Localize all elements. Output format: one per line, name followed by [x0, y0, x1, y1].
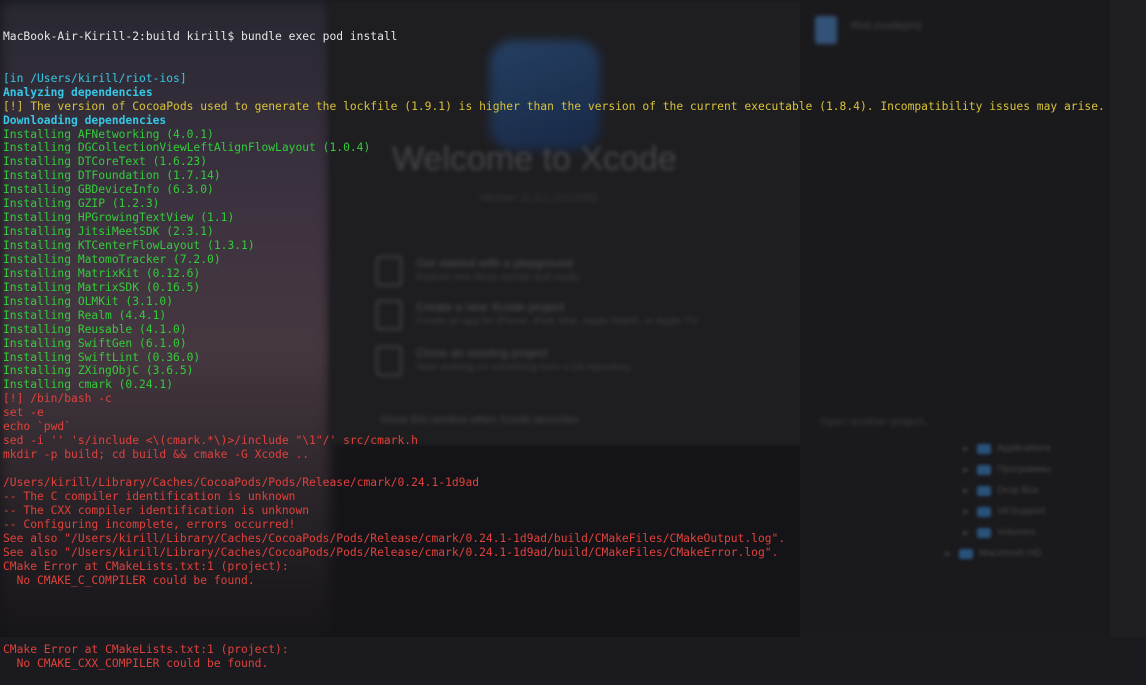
terminal-line: [in /Users/kirill/riot-ios] [3, 71, 187, 85]
terminal-line: -- The C compiler identification is unkn… [3, 489, 296, 503]
shell-prompt: MacBook-Air-Kirill-2:build kirill$ bundl… [3, 29, 398, 43]
terminal-line: Installing Realm (4.4.1) [3, 308, 167, 322]
terminal-line: CMake Error at CMakeLists.txt:1 (project… [3, 643, 289, 657]
terminal-line: Installing cmark (0.24.1) [3, 378, 174, 392]
terminal-line: Installing JitsiMeetSDK (2.3.1) [3, 225, 214, 239]
terminal-line: Installing DTCoreText (1.6.23) [3, 155, 208, 169]
terminal-line: CMake Error at CMakeLists.txt:1 (project… [3, 559, 289, 573]
terminal-line: See also "/Users/kirill/Library/Caches/C… [3, 545, 779, 559]
terminal-line: Installing SwiftGen (6.1.0) [3, 336, 187, 350]
terminal-line: echo `pwd` [3, 420, 72, 434]
terminal-line: Installing DTFoundation (1.7.14) [3, 169, 221, 183]
terminal-line: sed -i '' 's/include <\(cmark.*\)>/inclu… [3, 434, 418, 448]
terminal-line: Installing AFNetworking (4.0.1) [3, 127, 214, 141]
terminal-line: set -e [3, 406, 44, 420]
terminal-output[interactable]: MacBook-Air-Kirill-2:build kirill$ bundl… [3, 2, 1143, 685]
terminal-line: Downloading dependencies [3, 113, 167, 127]
terminal-line: Installing DGCollectionViewLeftAlignFlow… [3, 141, 371, 155]
terminal-line: Installing OLMKit (3.1.0) [3, 294, 174, 308]
terminal-line: Installing GBDeviceInfo (6.3.0) [3, 183, 214, 197]
terminal-line: Installing MatrixSDK (0.16.5) [3, 280, 201, 294]
terminal-line: No CMAKE_CXX_COMPILER could be found. [3, 657, 269, 671]
terminal-line: Installing MatomoTracker (7.2.0) [3, 252, 221, 266]
terminal-line: mkdir -p build; cd build && cmake -G Xco… [3, 448, 310, 462]
terminal-line: /Users/kirill/Library/Caches/CocoaPods/P… [3, 475, 480, 489]
terminal-line: Installing Reusable (4.1.0) [3, 322, 187, 336]
terminal-lines: [in /Users/kirill/riot-ios] Analyzing dep… [3, 72, 1143, 671]
terminal-line: -- The CXX compiler identification is un… [3, 503, 310, 517]
terminal-line: [!] The version of CocoaPods used to gen… [3, 99, 1105, 113]
terminal-line: Analyzing dependencies [3, 85, 153, 99]
terminal-line: Installing GZIP (1.2.3) [3, 197, 160, 211]
terminal-line: See also "/Users/kirill/Library/Caches/C… [3, 531, 786, 545]
terminal-line: Installing SwiftLint (0.36.0) [3, 350, 201, 364]
terminal-line: Installing MatrixKit (0.12.6) [3, 266, 201, 280]
terminal-line: Installing KTCenterFlowLayout (1.3.1) [3, 239, 255, 252]
terminal-line: -- Configuring incomplete, errors occurr… [3, 517, 296, 531]
terminal-line: No CMAKE_C_COMPILER could be found. [3, 573, 255, 587]
terminal-line: Installing HPGrowingTextView (1.1) [3, 211, 235, 225]
terminal-line: [!] /bin/bash -c [3, 392, 112, 406]
terminal-line: Installing ZXingObjC (3.6.5) [3, 364, 194, 378]
